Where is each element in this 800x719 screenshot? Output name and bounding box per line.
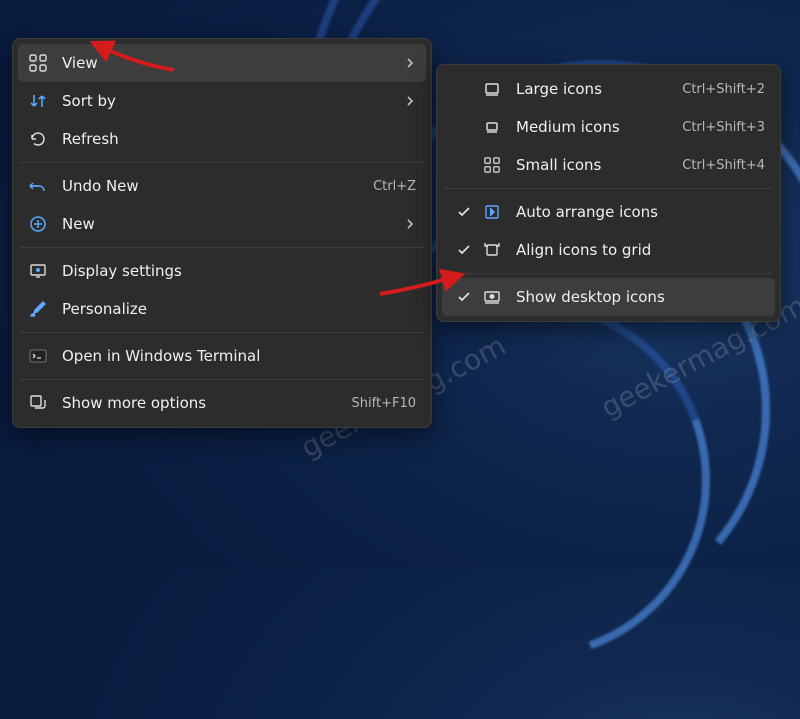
menu-item-label: Undo New [62, 177, 361, 195]
menu-item-label: Open in Windows Terminal [62, 347, 416, 365]
menu-item-sort-by[interactable]: Sort by [18, 82, 426, 120]
menu-item-show-more-options[interactable]: Show more options Shift+F10 [18, 384, 426, 422]
menu-item-shortcut: Ctrl+Shift+2 [670, 82, 765, 97]
terminal-icon [28, 346, 48, 366]
align-grid-icon [482, 240, 502, 260]
menu-item-personalize[interactable]: Personalize [18, 290, 426, 328]
auto-arrange-icon [482, 202, 502, 222]
menu-item-view[interactable]: View [18, 44, 426, 82]
menu-item-label: Auto arrange icons [516, 203, 765, 221]
submenu-item-auto-arrange[interactable]: Auto arrange icons [442, 193, 775, 231]
submenu-item-small-icons[interactable]: Small icons Ctrl+Shift+4 [442, 146, 775, 184]
menu-item-refresh[interactable]: Refresh [18, 120, 426, 158]
menu-item-shortcut: Ctrl+Z [361, 179, 416, 194]
menu-item-label: View [62, 54, 404, 72]
check-icon [452, 205, 476, 219]
check-icon [452, 290, 476, 304]
menu-item-label: New [62, 215, 404, 233]
sort-icon [28, 91, 48, 111]
more-options-icon [28, 393, 48, 413]
menu-item-new[interactable]: New [18, 205, 426, 243]
menu-item-display-settings[interactable]: Display settings [18, 252, 426, 290]
menu-item-label: Show desktop icons [516, 288, 765, 306]
view-submenu: Large icons Ctrl+Shift+2 Medium icons Ct… [436, 64, 781, 322]
submenu-item-large-icons[interactable]: Large icons Ctrl+Shift+2 [442, 70, 775, 108]
menu-item-shortcut: Ctrl+Shift+4 [670, 158, 765, 173]
menu-separator [20, 332, 424, 333]
small-icons-icon [482, 155, 502, 175]
desktop-icons-icon [482, 287, 502, 307]
menu-item-label: Show more options [62, 394, 340, 412]
desktop-context-menu: View Sort by Refresh Undo New Ctrl+Z New [12, 38, 432, 428]
chevron-right-icon [404, 218, 416, 230]
grid-icon [28, 53, 48, 73]
plus-circle-icon [28, 214, 48, 234]
submenu-item-align-grid[interactable]: Align icons to grid [442, 231, 775, 269]
chevron-right-icon [404, 57, 416, 69]
menu-item-label: Refresh [62, 130, 416, 148]
menu-separator [444, 188, 773, 189]
menu-item-shortcut: Shift+F10 [340, 396, 416, 411]
check-icon [452, 243, 476, 257]
refresh-icon [28, 129, 48, 149]
brush-icon [28, 299, 48, 319]
menu-separator [20, 379, 424, 380]
large-icons-icon [482, 79, 502, 99]
menu-item-label: Medium icons [516, 118, 670, 136]
display-icon [28, 261, 48, 281]
menu-item-label: Display settings [62, 262, 416, 280]
submenu-item-show-desktop-icons[interactable]: Show desktop icons [442, 278, 775, 316]
menu-separator [20, 247, 424, 248]
menu-item-open-terminal[interactable]: Open in Windows Terminal [18, 337, 426, 375]
menu-separator [444, 273, 773, 274]
menu-item-label: Align icons to grid [516, 241, 765, 259]
menu-item-label: Large icons [516, 80, 670, 98]
menu-item-shortcut: Ctrl+Shift+3 [670, 120, 765, 135]
undo-icon [28, 176, 48, 196]
submenu-item-medium-icons[interactable]: Medium icons Ctrl+Shift+3 [442, 108, 775, 146]
menu-item-label: Sort by [62, 92, 404, 110]
menu-item-label: Small icons [516, 156, 670, 174]
chevron-right-icon [404, 95, 416, 107]
menu-separator [20, 162, 424, 163]
medium-icons-icon [482, 117, 502, 137]
menu-item-label: Personalize [62, 300, 416, 318]
menu-item-undo-new[interactable]: Undo New Ctrl+Z [18, 167, 426, 205]
